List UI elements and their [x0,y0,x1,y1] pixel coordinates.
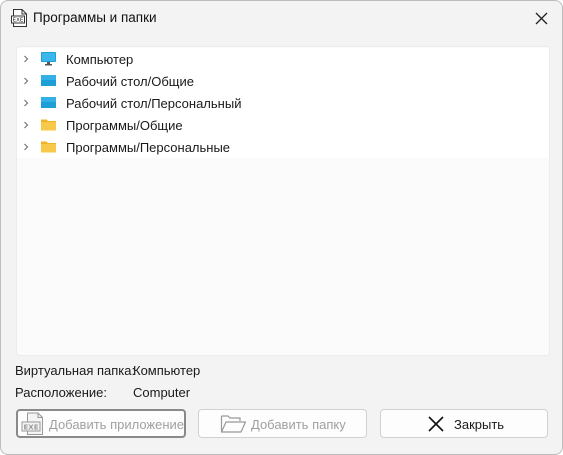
tree-item-label: Рабочий стол/Общие [66,74,194,89]
title-bar: EXE Программы и папки [1,1,562,35]
svg-text:EXE: EXE [24,423,39,431]
close-label: Закрыть [454,417,505,432]
chevron-right-icon[interactable] [22,77,30,85]
add-folder-button[interactable]: Добавить папку [198,409,367,438]
tree-item-label: Программы/Общие [66,118,183,133]
desktop-icon [41,75,56,86]
tree-item-label: Рабочий стол/Персональный [66,96,242,111]
chevron-right-icon[interactable] [22,55,30,63]
programs-and-folders-dialog: EXE Программы и папки Компьютер Рабочий … [0,0,563,455]
location-label: Расположение: [15,385,107,400]
tree-item-label: Программы/Персональные [66,140,231,155]
tree-item-programs-personal[interactable]: Программы/Персональные [17,136,549,158]
add-application-label: Добавить приложение [49,417,185,432]
folder-tree[interactable]: Компьютер Рабочий стол/Общие Рабочий сто… [16,46,550,356]
tree-item-programs-common[interactable]: Программы/Общие [17,114,549,136]
virtual-folder-value: Компьютер [133,363,201,378]
close-icon [428,416,444,432]
tree-item-desktop-personal[interactable]: Рабочий стол/Персональный [17,92,549,114]
add-application-button[interactable]: EXE Добавить приложение [16,409,186,438]
chevron-right-icon[interactable] [22,121,30,129]
tree-item-computer[interactable]: Компьютер [17,48,549,70]
close-button[interactable]: Закрыть [380,409,548,438]
virtual-folder-label: Виртуальная папка: [15,363,136,378]
svg-text:EXE: EXE [13,18,24,24]
desktop-icon [41,97,56,108]
add-folder-label: Добавить папку [251,417,346,432]
tree-item-label: Компьютер [66,52,134,67]
close-icon[interactable] [528,5,554,31]
monitor-icon [41,52,56,66]
folder-icon [41,141,56,153]
location-value: Computer [133,385,191,400]
open-folder-icon [220,415,247,433]
exe-file-icon: EXE [11,9,27,27]
window-title: Программы и папки [33,10,157,25]
chevron-right-icon[interactable] [22,99,30,107]
folder-icon [41,119,56,131]
exe-icon: EXE [21,412,43,435]
chevron-right-icon[interactable] [22,143,30,151]
tree-item-desktop-common[interactable]: Рабочий стол/Общие [17,70,549,92]
